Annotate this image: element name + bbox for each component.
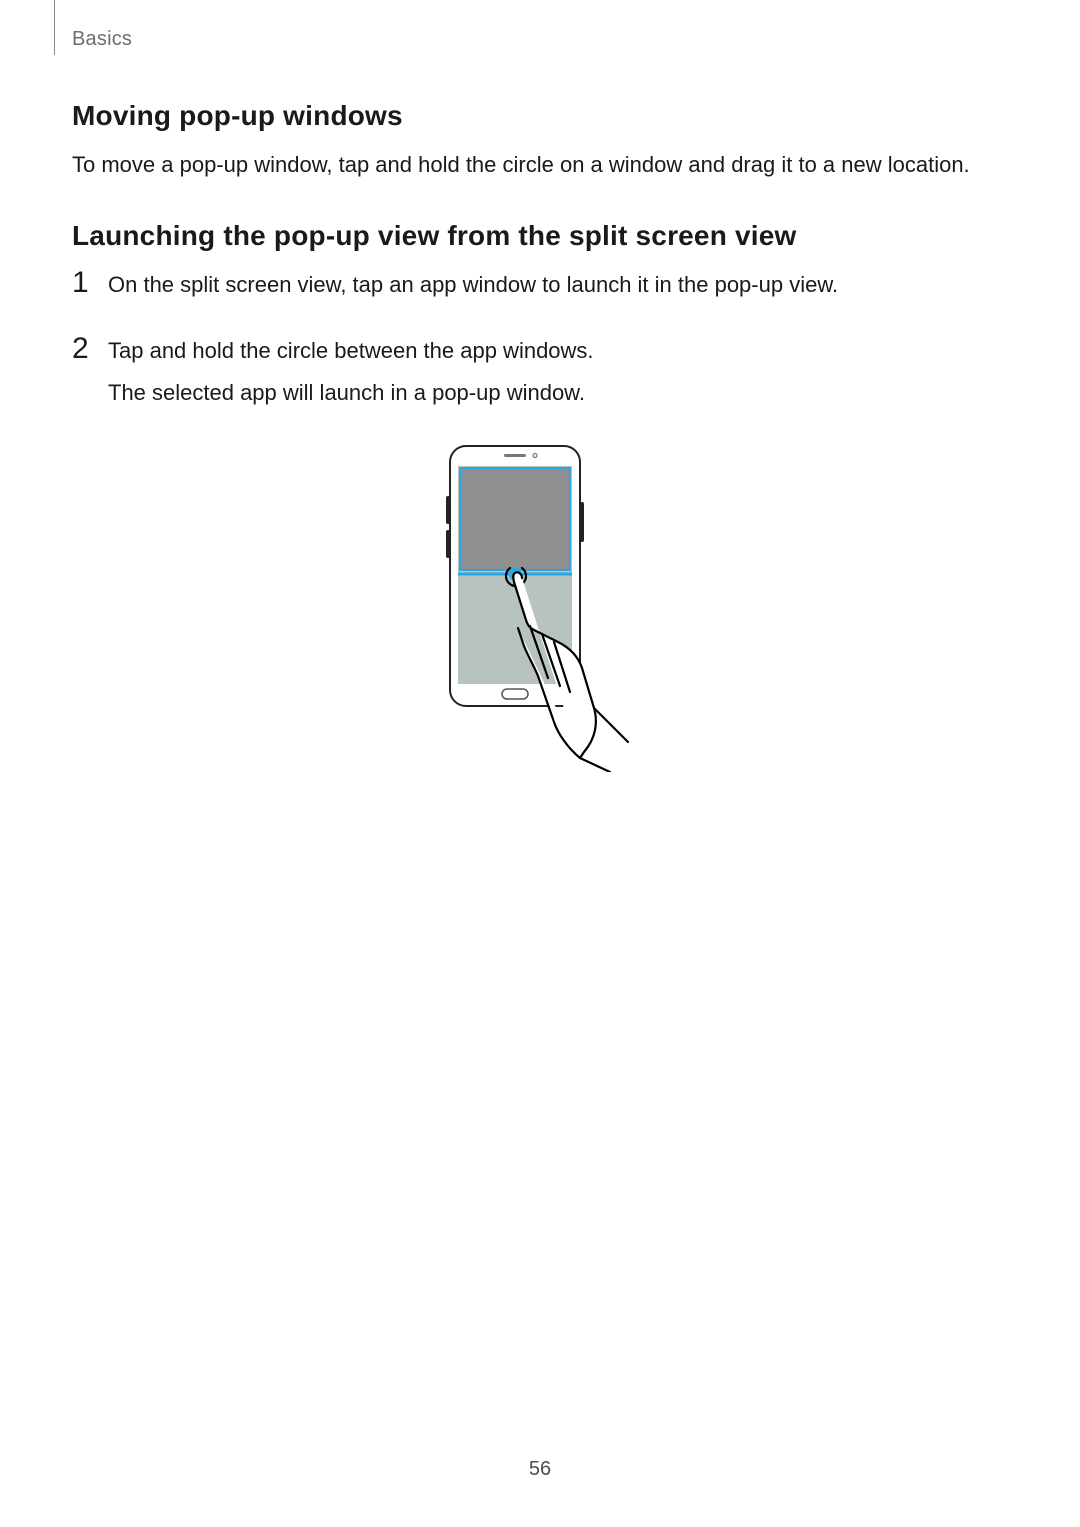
step-number: 1 bbox=[72, 268, 108, 298]
breadcrumb: Basics bbox=[72, 28, 132, 51]
step-text: Tap and hold the circle between the app … bbox=[108, 334, 1008, 368]
page-number: 56 bbox=[0, 1458, 1080, 1481]
step-2: 2 Tap and hold the circle between the ap… bbox=[72, 334, 1008, 418]
heading-launch-popup: Launching the pop-up view from the split… bbox=[72, 220, 1008, 252]
content-area: Moving pop-up windows To move a pop-up w… bbox=[72, 100, 1008, 772]
figure-wrapper bbox=[72, 442, 1008, 772]
step-text: On the split screen view, tap an app win… bbox=[108, 268, 1008, 302]
phone-split-screen-illustration bbox=[430, 442, 650, 772]
step-1: 1 On the split screen view, tap an app w… bbox=[72, 268, 1008, 310]
step-body: Tap and hold the circle between the app … bbox=[108, 334, 1008, 418]
step-text: The selected app will launch in a pop-up… bbox=[108, 376, 1008, 410]
paragraph-moving-popups: To move a pop-up window, tap and hold th… bbox=[72, 148, 1008, 182]
steps-list: 1 On the split screen view, tap an app w… bbox=[72, 268, 1008, 418]
page: Basics Moving pop-up windows To move a p… bbox=[0, 0, 1080, 1527]
heading-moving-popups: Moving pop-up windows bbox=[72, 100, 1008, 132]
step-number: 2 bbox=[72, 334, 108, 364]
header-divider bbox=[54, 0, 55, 55]
step-body: On the split screen view, tap an app win… bbox=[108, 268, 1008, 310]
